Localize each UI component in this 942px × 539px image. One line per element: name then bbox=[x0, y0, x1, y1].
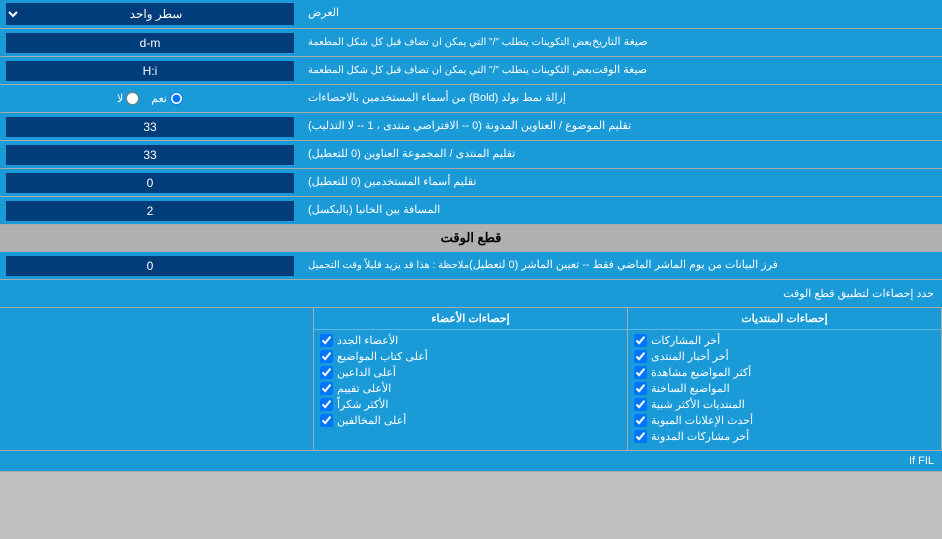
cb-forum-news: أخر أخبار المنتدى bbox=[634, 350, 935, 363]
spacing-label: المسافة بين الخانيا (بالبكسل) bbox=[300, 197, 942, 224]
cb-forum-news-checkbox[interactable] bbox=[634, 350, 647, 363]
cb-top-writers-label: أعلى كتاب المواضيع bbox=[337, 350, 428, 363]
time-format-input-area bbox=[0, 57, 300, 84]
cb-new-members-checkbox[interactable] bbox=[320, 334, 333, 347]
display-select[interactable]: سطر واحد سطور متعددة bbox=[6, 3, 294, 25]
cb-most-viewed: أكثر المواضيع مشاهدة bbox=[634, 366, 935, 379]
time-cut-row: فرز البيانات من يوم الماشر الماضي فقط --… bbox=[0, 252, 942, 280]
cb-top-violators-label: أعلى المخالفين bbox=[337, 414, 406, 427]
cb-top-rated-checkbox[interactable] bbox=[320, 382, 333, 395]
cb-top-rated-label: الأعلى تقييم bbox=[337, 382, 391, 395]
cb-similar-forums-label: المنتديات الأكثر شبية bbox=[651, 398, 745, 411]
subject-trim-input[interactable] bbox=[6, 117, 294, 137]
cb-most-viewed-label: أكثر المواضيع مشاهدة bbox=[651, 366, 751, 379]
forum-trim-label: تقليم المنتدى / المجموعة العناوين (0 للت… bbox=[300, 141, 942, 168]
bold-no-label[interactable]: لا bbox=[117, 92, 139, 105]
bold-remove-label: إزالة نمط بولد (Bold) من أسماء المستخدمي… bbox=[300, 85, 942, 112]
cb-new-members-label: الأعضاء الجدد bbox=[337, 334, 398, 347]
bottom-note: If FIL bbox=[0, 451, 942, 472]
cb-blog-posts-label: أخر مشاركات المدونة bbox=[651, 430, 749, 443]
display-input-area: سطر واحد سطور متعددة bbox=[0, 0, 300, 28]
date-format-row: صيغة التاريخ بعض التكوينات يتطلب "/" الت… bbox=[0, 29, 942, 57]
spacing-input-area bbox=[0, 197, 300, 224]
time-cut-input[interactable] bbox=[6, 256, 294, 276]
cb-similar-forums: المنتديات الأكثر شبية bbox=[634, 398, 935, 411]
cb-hot-topics-label: المواضيع الساخنة bbox=[651, 382, 730, 395]
cb-most-thanked-label: الأكثر شكراً bbox=[337, 398, 388, 411]
date-format-input-area bbox=[0, 29, 300, 56]
cb-classifieds: أحدث الإعلانات المبوبة bbox=[634, 414, 935, 427]
members-stats-items: الأعضاء الجدد أعلى كتاب المواضيع أعلى ال… bbox=[314, 330, 627, 434]
cb-last-posts-checkbox[interactable] bbox=[634, 334, 647, 347]
forums-stats-items: أخر المشاركات أخر أخبار المنتدى أكثر الم… bbox=[628, 330, 941, 450]
subject-trim-row: تقليم الموضوع / العناوين المدونة (0 -- ا… bbox=[0, 113, 942, 141]
bold-remove-radio-area: نعم لا bbox=[0, 85, 300, 112]
forum-trim-input[interactable] bbox=[6, 145, 294, 165]
bold-yes-radio[interactable] bbox=[170, 92, 183, 105]
cb-most-thanked-checkbox[interactable] bbox=[320, 398, 333, 411]
username-trim-input-area bbox=[0, 169, 300, 196]
cb-classifieds-label: أحدث الإعلانات المبوبة bbox=[651, 414, 753, 427]
cb-blog-posts-checkbox[interactable] bbox=[634, 430, 647, 443]
time-cut-header: قطع الوقت bbox=[0, 225, 942, 252]
spacing-input[interactable] bbox=[6, 201, 294, 221]
time-cut-input-area bbox=[0, 252, 300, 279]
cb-top-inviters-checkbox[interactable] bbox=[320, 366, 333, 379]
subject-trim-input-area bbox=[0, 113, 300, 140]
cb-top-violators: أعلى المخالفين bbox=[320, 414, 621, 427]
members-stats-panel: إحصاءات الأعضاء الأعضاء الجدد أعلى كتاب … bbox=[314, 308, 628, 450]
time-format-label: صيغة الوقت بعض التكوينات يتطلب "/" التي … bbox=[300, 57, 942, 84]
cb-hot-topics-checkbox[interactable] bbox=[634, 382, 647, 395]
username-trim-label: تقليم أسماء المستخدمين (0 للتعطيل) bbox=[300, 169, 942, 196]
date-format-label: صيغة التاريخ بعض التكوينات يتطلب "/" الت… bbox=[300, 29, 942, 56]
subject-trim-label: تقليم الموضوع / العناوين المدونة (0 -- ا… bbox=[300, 113, 942, 140]
time-format-row: صيغة الوقت بعض التكوينات يتطلب "/" التي … bbox=[0, 57, 942, 85]
time-format-input[interactable] bbox=[6, 61, 294, 81]
forum-trim-row: تقليم المنتدى / المجموعة العناوين (0 للت… bbox=[0, 141, 942, 169]
username-trim-row: تقليم أسماء المستخدمين (0 للتعطيل) bbox=[0, 169, 942, 197]
left-panel bbox=[0, 308, 314, 450]
bold-remove-row: إزالة نمط بولد (Bold) من أسماء المستخدمي… bbox=[0, 85, 942, 113]
left-panel-items bbox=[0, 308, 313, 316]
cb-similar-forums-checkbox[interactable] bbox=[634, 398, 647, 411]
cb-last-posts-label: أخر المشاركات bbox=[651, 334, 720, 347]
cb-most-viewed-checkbox[interactable] bbox=[634, 366, 647, 379]
cb-top-inviters: أعلى الداعين bbox=[320, 366, 621, 379]
time-cut-label: فرز البيانات من يوم الماشر الماضي فقط --… bbox=[300, 252, 942, 279]
spacing-row: المسافة بين الخانيا (بالبكسل) bbox=[0, 197, 942, 225]
cb-new-members: الأعضاء الجدد bbox=[320, 334, 621, 347]
cb-hot-topics: المواضيع الساخنة bbox=[634, 382, 935, 395]
cb-most-thanked: الأكثر شكراً bbox=[320, 398, 621, 411]
cb-forum-news-label: أخر أخبار المنتدى bbox=[651, 350, 729, 363]
date-format-input[interactable] bbox=[6, 33, 294, 53]
cb-top-inviters-label: أعلى الداعين bbox=[337, 366, 396, 379]
cb-top-violators-checkbox[interactable] bbox=[320, 414, 333, 427]
members-stats-title: إحصاءات الأعضاء bbox=[314, 308, 627, 330]
bold-yes-label[interactable]: نعم bbox=[151, 92, 183, 105]
forums-stats-title: إحصاءات المنتديات bbox=[628, 308, 941, 330]
cb-last-posts: أخر المشاركات bbox=[634, 334, 935, 347]
cb-top-writers-checkbox[interactable] bbox=[320, 350, 333, 363]
display-label: العرض bbox=[300, 0, 942, 28]
username-trim-input[interactable] bbox=[6, 173, 294, 193]
limit-row: حدد إحصاءات لتطبيق قطع الوقت bbox=[0, 280, 942, 308]
cb-top-writers: أعلى كتاب المواضيع bbox=[320, 350, 621, 363]
cb-top-rated: الأعلى تقييم bbox=[320, 382, 621, 395]
limit-label: حدد إحصاءات لتطبيق قطع الوقت bbox=[8, 287, 934, 300]
forum-trim-input-area bbox=[0, 141, 300, 168]
bold-no-radio[interactable] bbox=[126, 92, 139, 105]
cb-classifieds-checkbox[interactable] bbox=[634, 414, 647, 427]
forums-stats-panel: إحصاءات المنتديات أخر المشاركات أخر أخبا… bbox=[628, 308, 942, 450]
cb-blog-posts: أخر مشاركات المدونة bbox=[634, 430, 935, 443]
display-row: العرض سطر واحد سطور متعددة bbox=[0, 0, 942, 29]
bottom-note-text: If FIL bbox=[909, 455, 934, 467]
checkboxes-section: إحصاءات المنتديات أخر المشاركات أخر أخبا… bbox=[0, 308, 942, 451]
